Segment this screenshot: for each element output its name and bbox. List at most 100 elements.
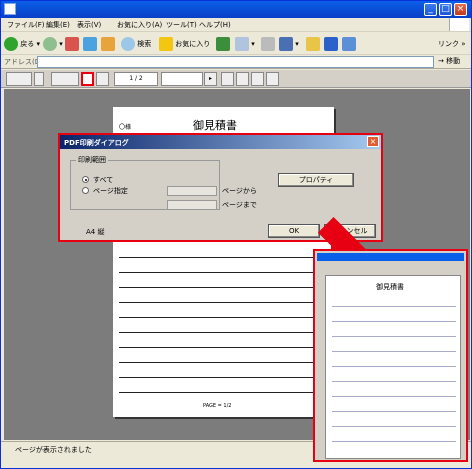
navigation-toolbar: 戻る ▾ ▾ 検索 お気に入り ▾ ▾ リンク » — [1, 33, 471, 55]
thumbnail-line — [332, 306, 456, 307]
refresh-button[interactable] — [83, 36, 97, 52]
search-button[interactable]: 検索 — [121, 36, 151, 52]
go-label: 移動 — [446, 57, 461, 65]
go-button[interactable]: → 移動 — [438, 56, 460, 66]
radio-all[interactable] — [82, 176, 89, 183]
table-line — [119, 332, 328, 333]
client-name: 〇様 — [119, 124, 132, 131]
home-icon — [101, 37, 115, 51]
close-button[interactable]: × — [454, 3, 467, 16]
table-line — [119, 317, 328, 318]
page-slider[interactable] — [161, 72, 203, 86]
thumbnail-line — [332, 321, 456, 322]
tool-icon — [342, 37, 356, 51]
dialog-close-button[interactable]: × — [367, 136, 379, 147]
thumbnail-doc-title: 御見積書 — [376, 283, 404, 291]
thumbnail-page: 御見積書 — [325, 275, 461, 459]
to-page-input[interactable] — [167, 200, 217, 210]
menu-help[interactable]: ヘルプ(H) — [199, 20, 231, 30]
fit-page-button[interactable] — [251, 72, 264, 86]
forward-arrow-icon — [43, 37, 57, 51]
thumbnail-line — [332, 411, 456, 412]
edit-button[interactable]: ▾ — [279, 36, 299, 52]
messenger-icon — [324, 37, 338, 51]
refresh-icon — [83, 37, 97, 51]
radio-page-range-label: ページ指定 — [93, 187, 128, 195]
dialog-title-bar: PDF印刷ダイアログ × — [60, 135, 381, 149]
messenger-button[interactable] — [324, 36, 338, 52]
page-indicator[interactable]: 1 / 2 — [114, 72, 158, 86]
maximize-button[interactable]: □ — [439, 3, 452, 16]
fit-width-button[interactable] — [266, 72, 279, 86]
page-footer: PAGE = 1/2 — [203, 403, 232, 409]
menu-file[interactable]: ファイル(F) — [7, 20, 45, 30]
folder-button[interactable] — [306, 36, 320, 52]
stop-icon — [65, 37, 79, 51]
back-arrow-icon — [4, 37, 18, 51]
thumbnail-line — [332, 366, 456, 367]
table-line — [119, 272, 328, 273]
select-tool-button[interactable] — [51, 72, 79, 86]
table-line — [119, 302, 328, 303]
hand-tool-button[interactable] — [6, 72, 32, 86]
links-label: リンク — [438, 40, 459, 48]
table-line — [119, 392, 328, 393]
forward-button[interactable]: ▾ — [43, 36, 63, 52]
address-bar: アドレス(D) → 移動 — [1, 55, 471, 69]
search-icon — [121, 37, 135, 51]
back-button[interactable]: 戻る ▾ — [4, 36, 40, 52]
from-page-input[interactable] — [167, 186, 217, 196]
radio-all-label: すべて — [93, 176, 114, 184]
edit-icon — [279, 37, 293, 51]
next-page-button[interactable]: ▸ — [204, 72, 217, 86]
thumbnail-title-bar — [317, 253, 464, 261]
thumbnail-line — [332, 381, 456, 382]
home-button[interactable] — [101, 36, 115, 52]
pdf-print-button[interactable] — [81, 72, 94, 86]
stop-button[interactable] — [65, 36, 79, 52]
address-input[interactable] — [37, 56, 434, 68]
zoom-in-button[interactable] — [221, 72, 234, 86]
zoom-out-button[interactable] — [236, 72, 249, 86]
star-icon — [159, 37, 173, 51]
table-line — [119, 257, 328, 258]
dialog-title: PDF印刷ダイアログ — [64, 139, 129, 147]
menu-favorites[interactable]: お気に入り(A) — [117, 20, 162, 30]
thumbnail-line — [332, 351, 456, 352]
print-icon — [261, 37, 275, 51]
back-label: 戻る — [20, 40, 35, 48]
history-button[interactable] — [216, 36, 230, 52]
print-range-label: 印刷範囲 — [76, 155, 108, 165]
history-icon — [216, 37, 230, 51]
document-title: 御見積書 — [193, 119, 237, 132]
tool-button[interactable] — [342, 36, 356, 52]
links-button[interactable]: リンク » — [438, 36, 466, 52]
save-button[interactable] — [96, 72, 109, 86]
menu-tools[interactable]: ツール(T) — [166, 20, 197, 30]
menu-bar: ファイル(F) 編集(E) 表示(V) お気に入り(A) ツール(T) ヘルプ(… — [1, 18, 471, 32]
thumbnail-line — [332, 426, 456, 427]
thumbnail-line — [332, 441, 456, 442]
print-button[interactable] — [261, 36, 275, 52]
search-label: 検索 — [137, 40, 152, 48]
properties-button[interactable]: プロパティ — [278, 173, 354, 187]
thumbnail-line — [332, 396, 456, 397]
menu-edit[interactable]: 編集(E) — [46, 20, 70, 30]
radio-page-range[interactable] — [82, 187, 89, 194]
ok-button[interactable]: OK — [268, 224, 320, 238]
ie-app-icon — [4, 3, 16, 15]
table-line — [119, 377, 328, 378]
hand-tool-dropdown[interactable] — [34, 72, 44, 86]
pdf-toolbar: 1 / 2 ▸ — [1, 70, 471, 88]
mail-button[interactable]: ▾ — [235, 36, 255, 52]
title-bar: _ □ × — [1, 1, 471, 18]
to-page-label: ページまで — [222, 201, 257, 209]
mail-icon — [235, 37, 249, 51]
favorites-label: お気に入り — [175, 40, 211, 48]
table-line — [119, 362, 328, 363]
menu-view[interactable]: 表示(V) — [77, 20, 101, 30]
favorites-button[interactable]: お気に入り — [159, 36, 210, 52]
windows-logo-icon — [449, 18, 469, 31]
paper-size-label: A4 縦 — [86, 228, 105, 236]
minimize-button[interactable]: _ — [424, 3, 437, 16]
